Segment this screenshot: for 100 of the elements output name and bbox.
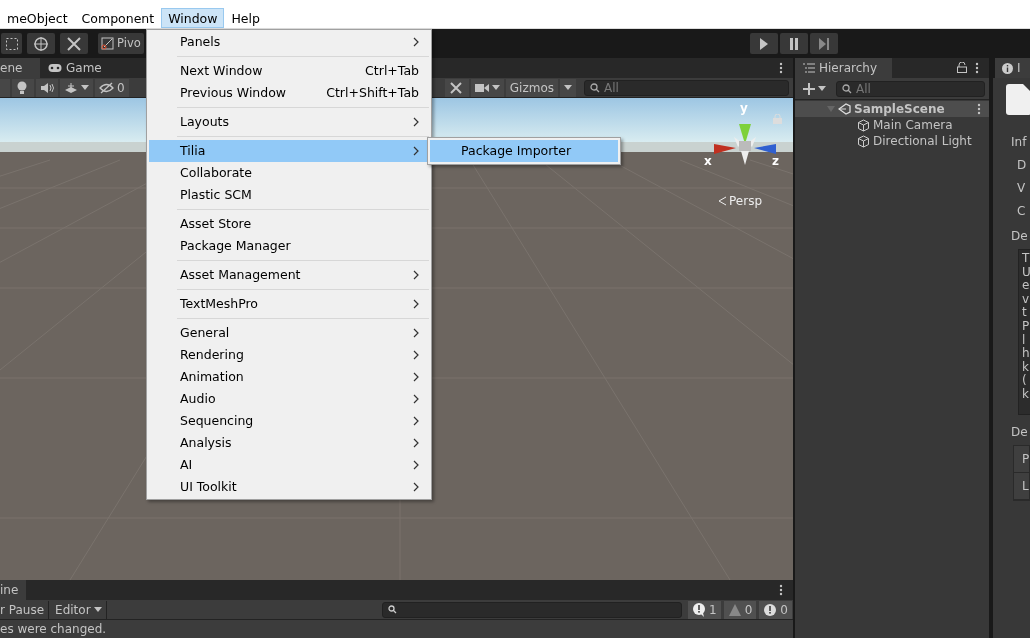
hidden-objects-button[interactable]: 0 [95, 78, 129, 97]
menu-item[interactable]: General [149, 322, 429, 344]
menu-item[interactable]: Sequencing [149, 410, 429, 432]
pivot-button[interactable]: Pivo [98, 33, 144, 54]
more-options-icon [975, 62, 979, 74]
play-button[interactable] [750, 33, 778, 54]
audio-toggle[interactable] [36, 78, 58, 97]
tree-item[interactable]: Main Camera [795, 117, 989, 133]
menu-item-label: AI [180, 455, 193, 474]
menu-item[interactable]: Tilia [149, 140, 429, 162]
axis-label: z [772, 155, 779, 168]
menu-item[interactable]: Package Manager [149, 235, 429, 257]
custom-tool-button[interactable] [60, 33, 88, 54]
shortcut-label: Ctrl+Tab [365, 61, 419, 80]
more-options-icon [779, 62, 783, 74]
menu-item-label: Analysis [180, 433, 232, 452]
camera-button[interactable] [470, 78, 504, 97]
menu-item[interactable]: TextMeshPro [149, 293, 429, 315]
menu-item[interactable]: Previous Window Ctrl+Shift+Tab [149, 82, 429, 104]
tree-item[interactable]: SampleScene [795, 101, 989, 117]
gizmos-button[interactable]: Gizmos [505, 78, 558, 97]
menu-item[interactable]: Panels [149, 31, 429, 53]
menu-item-label: Previous Window [180, 83, 287, 102]
menu-item-label: Rendering [180, 345, 244, 364]
transform-tool-button[interactable] [27, 33, 55, 54]
step-icon [817, 36, 831, 51]
console-tab[interactable]: ine [0, 580, 27, 600]
log-message: es were changed. [0, 622, 107, 636]
step-button[interactable] [810, 33, 838, 54]
menu-item[interactable]: Analysis [149, 432, 429, 454]
field-label: V [1017, 180, 1027, 197]
description-line: h [1022, 347, 1030, 361]
description-line: ( [1022, 374, 1028, 388]
tools-button[interactable] [444, 78, 469, 97]
more-options-icon [977, 103, 981, 115]
menu-item[interactable]: Audio [149, 388, 429, 410]
more-options-icon [779, 584, 783, 596]
menu-item-label: Next Window [180, 61, 263, 80]
menu-item[interactable]: Package Importer [430, 140, 618, 162]
dropdown-arrow-icon [491, 85, 500, 90]
error-pause-button[interactable]: r Pause [0, 600, 50, 619]
menu-item-label: Audio [180, 389, 216, 408]
description-line: k [1022, 360, 1030, 374]
menu-bar-item[interactable]: Window [161, 8, 225, 28]
menu-item-label: UI Toolkit [180, 477, 237, 496]
pause-button[interactable] [780, 33, 808, 54]
lock-icon [773, 114, 782, 124]
menu-item[interactable]: Animation [149, 366, 429, 388]
menu-item-label: Sequencing [180, 411, 254, 430]
effects-button[interactable] [60, 78, 93, 97]
menu-bar-item[interactable]: Help [224, 8, 267, 28]
layers-icon [64, 81, 78, 94]
menu-item-label: Panels [180, 32, 221, 51]
scene-tab[interactable]: ene [0, 58, 40, 78]
menu-item[interactable]: UI Toolkit [149, 476, 429, 498]
rect-tool-icon [4, 36, 19, 51]
gizmos-dropdown-button[interactable] [560, 78, 576, 97]
description-line: t [1022, 306, 1028, 320]
list-icon [803, 63, 815, 73]
menu-item[interactable]: Rendering [149, 344, 429, 366]
description-line: e [1022, 279, 1030, 293]
menu-item[interactable]: Next Window Ctrl+Tab [149, 60, 429, 82]
menu-item[interactable]: AI [149, 454, 429, 476]
gamepad-icon [48, 63, 62, 73]
transform-tool-icon [33, 35, 49, 52]
menu-item[interactable]: Plastic SCM [149, 184, 429, 206]
info-count-button[interactable]: 1 [688, 600, 721, 619]
menu-item[interactable]: Asset Management [149, 264, 429, 286]
dropdown-arrow-icon [93, 607, 102, 612]
chevron-left-icon [718, 196, 727, 206]
search-field[interactable] [382, 601, 683, 618]
error-count-button[interactable]: 0 [759, 600, 792, 619]
lock-icon [957, 62, 967, 73]
warning-count-button[interactable]: 0 [723, 600, 757, 619]
search-placeholder: All [604, 79, 619, 97]
description-line: l [1022, 333, 1027, 347]
menu-item-label: General [180, 323, 230, 342]
axis-label: y [740, 102, 748, 115]
lighting-toggle[interactable] [12, 78, 34, 97]
search-icon [590, 82, 601, 93]
menu-bar-item[interactable]: Component [74, 8, 162, 28]
menu-item-label: Layouts [180, 112, 229, 131]
field-label: C [1017, 203, 1027, 220]
file-icon [1006, 84, 1030, 115]
menu-item[interactable]: Layouts [149, 111, 429, 133]
inspector-tab[interactable]: I [993, 58, 1030, 78]
tree-item[interactable]: Directional Light [795, 133, 989, 149]
dropdown-arrow-icon [564, 85, 572, 90]
cube-icon [857, 134, 870, 148]
rect-tool-button[interactable] [1, 33, 22, 54]
description-line: U [1022, 265, 1030, 280]
menu-item[interactable]: Collaborate [149, 162, 429, 184]
description-line: v [1022, 292, 1030, 307]
hierarchy-tab[interactable]: Hierarchy [795, 58, 892, 78]
table-cell: L [1014, 472, 1030, 500]
menu-item-label: Package Manager [180, 236, 291, 255]
menu-bar-item[interactable]: meObject [0, 8, 75, 28]
dropdown-arrow-icon [81, 85, 89, 90]
info-bubble-icon [692, 602, 707, 617]
menu-item[interactable]: Asset Store [149, 213, 429, 235]
